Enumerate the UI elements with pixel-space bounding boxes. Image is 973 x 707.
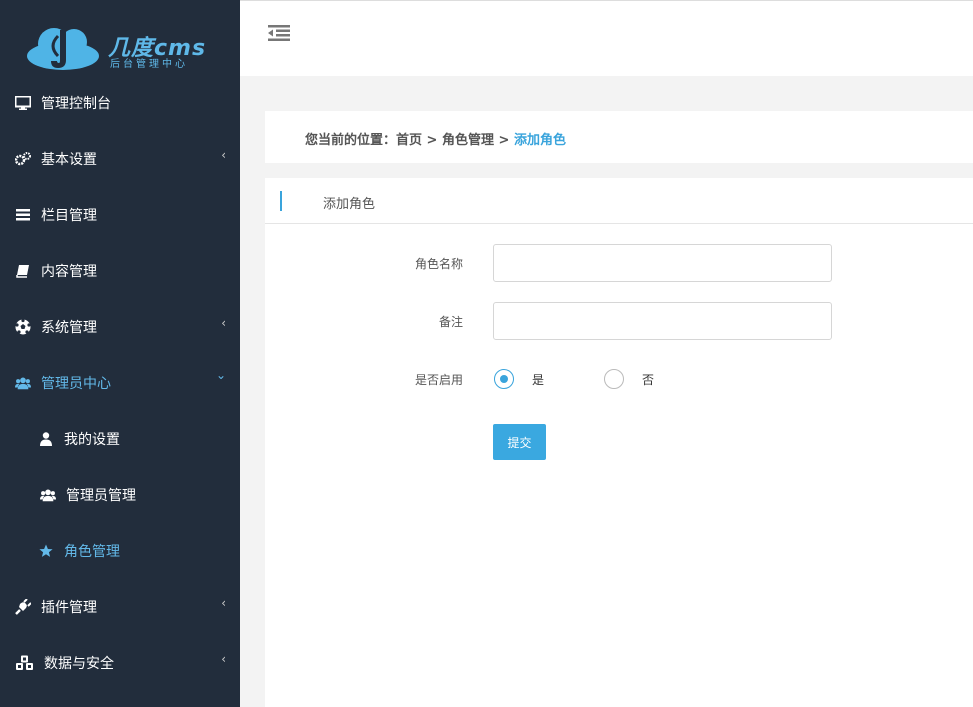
sidebar-item-label: 角色管理: [64, 544, 120, 560]
logo[interactable]: 几度cms 后台管理中心: [0, 0, 240, 75]
breadcrumb: 您当前的位置：首页 > 角色管理 > 添加角色: [305, 129, 566, 148]
enabled-yes-radio[interactable]: [494, 369, 514, 389]
remark-input[interactable]: [493, 302, 832, 340]
users-icon: [40, 487, 56, 503]
sidebar-item-label: 栏目管理: [41, 208, 97, 224]
sidebar-item-label: 内容管理: [41, 264, 97, 280]
enabled-no-radio[interactable]: [604, 369, 624, 389]
breadcrumb-separator: >: [422, 133, 442, 148]
sidebar: 几度cms 后台管理中心 管理控制台 基本设置 ‹ 栏目管理 内容管理 系统管理…: [0, 0, 240, 707]
remark-label: 备注: [438, 315, 463, 329]
sidebar-item-dashboard[interactable]: 管理控制台: [0, 75, 240, 131]
chevron-left-icon: ‹: [221, 316, 226, 330]
role-name-input[interactable]: [493, 244, 832, 282]
gears-icon: [15, 151, 31, 167]
brand-subtitle: 后台管理中心: [110, 59, 188, 70]
add-role-form-card: 添加角色 角色名称 备注 是否启用 是 否 提交: [265, 178, 973, 707]
sidebar-item-label: 管理员中心: [41, 376, 111, 392]
sidebar-subitem-my-settings[interactable]: 我的设置: [0, 411, 240, 467]
sidebar-toggle-icon[interactable]: [268, 25, 290, 45]
sidebar-item-data-security[interactable]: 数据与安全 ‹: [0, 635, 240, 691]
sidebar-item-admin-center[interactable]: 管理员中心 ⌄: [0, 355, 240, 411]
submit-button[interactable]: 提交: [493, 424, 546, 460]
enabled-no-label[interactable]: 否: [642, 371, 654, 388]
sidebar-item-label: 管理控制台: [41, 96, 111, 112]
role-name-label: 角色名称: [414, 257, 463, 271]
soccer-ball-icon: [15, 319, 31, 335]
monitor-icon: [15, 95, 31, 111]
cubes-icon: [15, 655, 34, 671]
top-bar: [240, 0, 973, 76]
star-icon: [38, 543, 54, 559]
book-icon: [15, 263, 31, 279]
plug-icon: [15, 599, 31, 615]
breadcrumb-section-link[interactable]: 角色管理: [442, 133, 494, 148]
breadcrumb-home-link[interactable]: 首页: [396, 133, 422, 148]
enabled-label: 是否启用: [414, 373, 463, 387]
chevron-left-icon: ‹: [221, 596, 226, 610]
card-title: 添加角色: [323, 197, 376, 212]
chevron-left-icon: ‹: [221, 148, 226, 162]
enabled-yes-label[interactable]: 是: [532, 371, 544, 388]
bars-icon: [15, 207, 31, 223]
sidebar-item-label: 管理员管理: [66, 488, 136, 504]
breadcrumb-card: 您当前的位置：首页 > 角色管理 > 添加角色: [265, 111, 973, 163]
card-header: 添加角色: [265, 178, 973, 224]
chevron-left-icon: ‹: [221, 652, 226, 666]
sidebar-item-label: 我的设置: [64, 432, 120, 448]
users-icon: [15, 375, 31, 391]
breadcrumb-separator: >: [494, 133, 514, 148]
user-icon: [38, 431, 54, 447]
sidebar-subitem-admin-management[interactable]: 管理员管理: [0, 467, 240, 523]
breadcrumb-prefix: 您当前的位置：: [305, 133, 397, 148]
sidebar-item-system[interactable]: 系统管理 ‹: [0, 299, 240, 355]
sidebar-item-label: 数据与安全: [44, 656, 114, 672]
chevron-down-icon: ⌄: [215, 368, 226, 382]
sidebar-item-plugins[interactable]: 插件管理 ‹: [0, 579, 240, 635]
cloud-logo-icon: [27, 28, 99, 70]
sidebar-item-label: 插件管理: [41, 600, 97, 616]
breadcrumb-current: 添加角色: [513, 133, 566, 148]
sidebar-item-content[interactable]: 内容管理: [0, 243, 240, 299]
title-accent-bar: [280, 191, 282, 211]
sidebar-item-label: 基本设置: [41, 152, 97, 168]
sidebar-item-label: 系统管理: [41, 320, 97, 336]
sidebar-item-columns[interactable]: 栏目管理: [0, 187, 240, 243]
sidebar-subitem-role-management[interactable]: 角色管理: [0, 523, 240, 579]
sidebar-item-basic-settings[interactable]: 基本设置 ‹: [0, 131, 240, 187]
